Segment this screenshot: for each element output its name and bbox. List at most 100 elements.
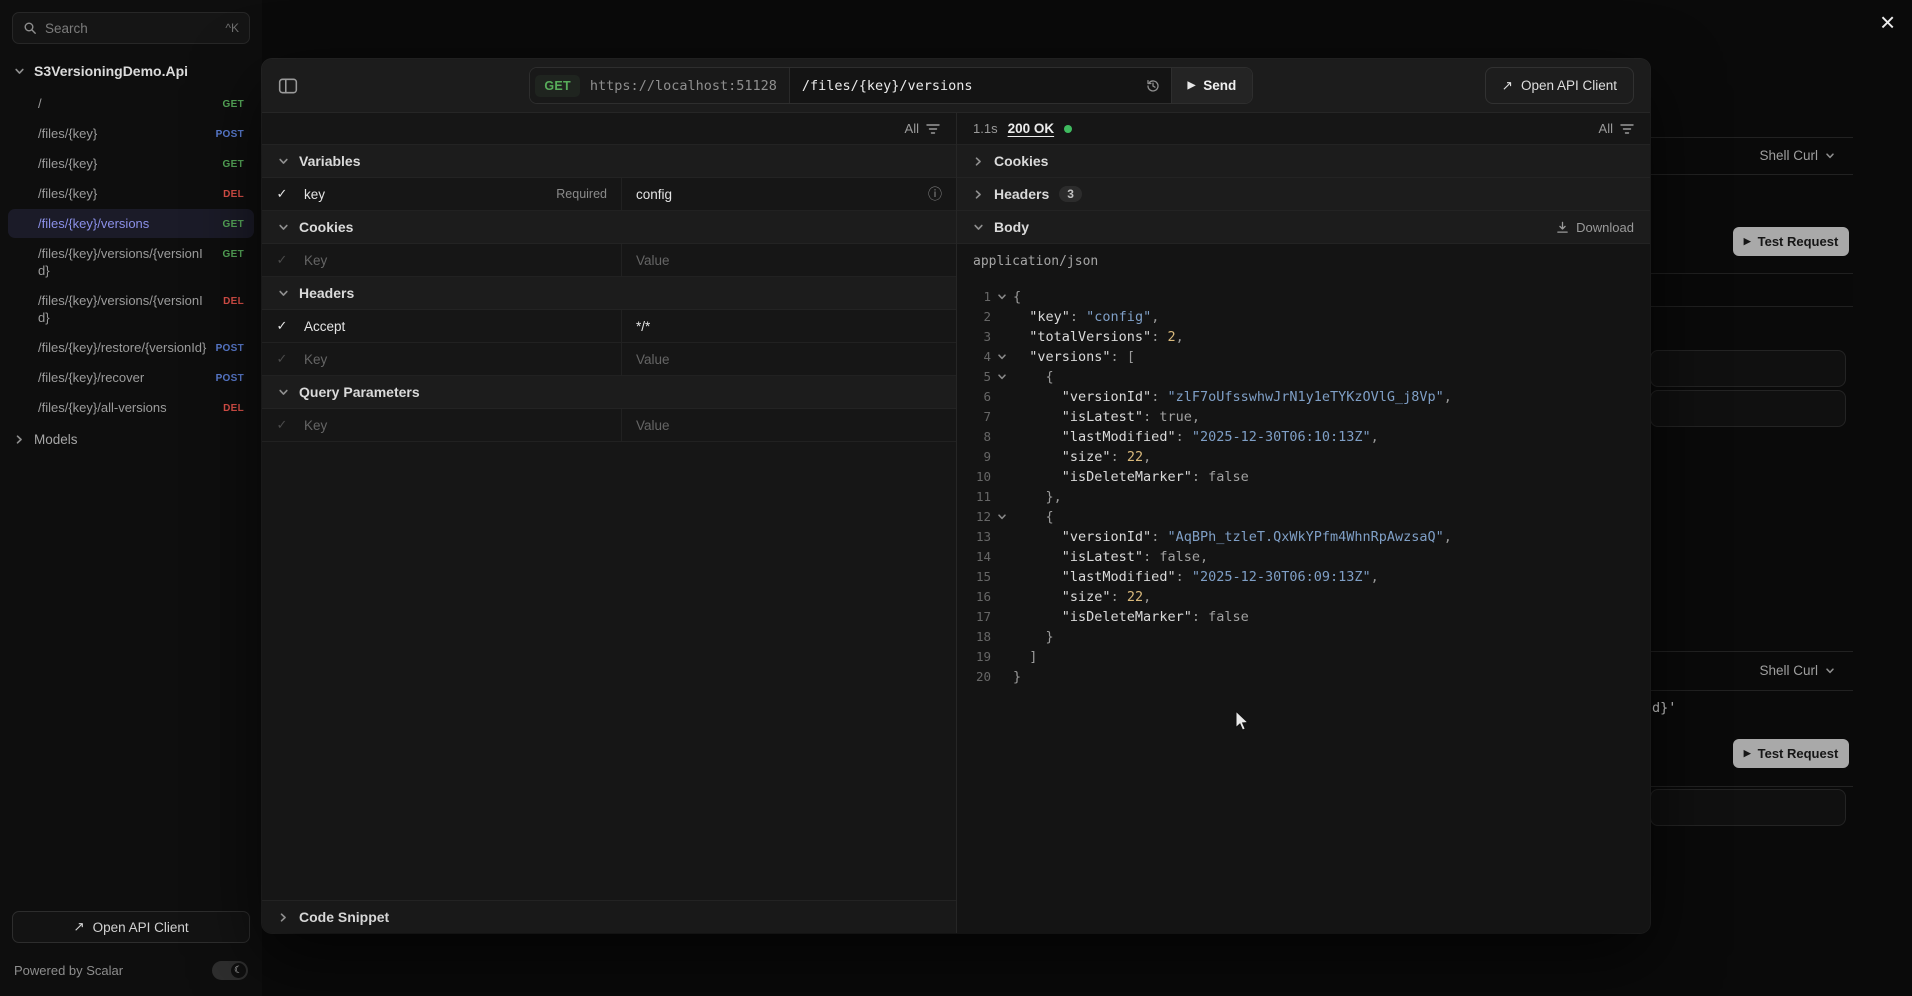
section-response-cookies[interactable]: Cookies — [957, 145, 1650, 178]
sidebar-item-endpoint[interactable]: /files/{key}DEL — [8, 179, 254, 208]
send-button[interactable]: ▶ Send — [1171, 68, 1253, 103]
variable-key: key — [304, 187, 325, 202]
sidebar-item-endpoint[interactable]: /files/{key}/versions/{versionId}DEL — [8, 286, 254, 332]
api-group-toggle[interactable]: S3VersioningDemo.Api — [0, 54, 262, 88]
divider — [1650, 786, 1853, 787]
value-placeholder: Value — [636, 418, 670, 433]
external-link-icon: ↗ — [1502, 78, 1513, 94]
sidebar-item-endpoint[interactable]: /files/{key}/versionsGET — [8, 209, 254, 238]
header-key-cell[interactable]: Key — [302, 343, 622, 375]
api-client-modal: GET https://localhost:51128 /files/{key}… — [262, 59, 1650, 933]
sidebar-toggle-icon[interactable] — [278, 76, 298, 96]
query-value-cell[interactable]: Value — [622, 409, 956, 441]
row-enabled-checkbox[interactable]: ✓ — [262, 409, 302, 441]
shell-curl-select[interactable]: Shell Curl — [1650, 651, 1853, 690]
address-bar[interactable]: GET https://localhost:51128 /files/{key}… — [529, 67, 1253, 104]
fold-chevron-icon[interactable] — [991, 287, 1013, 307]
section-code-snippet[interactable]: Code Snippet — [262, 900, 956, 933]
request-filter[interactable]: All — [905, 121, 940, 136]
code-text: { — [1013, 367, 1054, 387]
section-response-headers[interactable]: Headers 3 — [957, 178, 1650, 211]
sidebar-item-models[interactable]: Models — [0, 423, 262, 456]
sidebar-item-endpoint[interactable]: /files/{key}/all-versionsDEL — [8, 393, 254, 422]
sidebar-item-endpoint[interactable]: /files/{key}POST — [8, 119, 254, 148]
fold-spacer — [991, 647, 1013, 667]
row-enabled-checkbox[interactable]: ✓ — [262, 343, 302, 375]
test-request-button[interactable]: ▶ Test Request — [1733, 739, 1849, 768]
fold-chevron-icon[interactable] — [991, 507, 1013, 527]
code-line: 1{ — [957, 287, 1650, 307]
open-api-client-button-top[interactable]: ↗ Open API Client — [1485, 67, 1634, 104]
chevron-down-icon — [278, 156, 289, 167]
code-line: 5 { — [957, 367, 1650, 387]
sidebar-item-endpoint[interactable]: /files/{key}/recoverPOST — [8, 363, 254, 392]
code-line: 20} — [957, 667, 1650, 687]
open-api-client-button[interactable]: ↗ Open API Client — [12, 911, 250, 943]
endpoint-path: /files/{key}/versions/{versionId} — [38, 293, 203, 325]
code-text: "size": 22, — [1013, 447, 1151, 467]
modal-topbar: GET https://localhost:51128 /files/{key}… — [262, 59, 1650, 113]
status-code[interactable]: 200 OK — [1008, 121, 1055, 136]
header-key-cell[interactable]: Accept — [302, 310, 622, 342]
search-shortcut: ^K — [225, 21, 239, 35]
endpoint-list: /GET/files/{key}POST/files/{key}GET/file… — [0, 88, 262, 423]
query-key-cell[interactable]: Key — [302, 409, 622, 441]
code-block-partial — [1650, 273, 1853, 307]
section-headers[interactable]: Headers — [262, 277, 956, 310]
section-title: Query Parameters — [299, 384, 420, 400]
search-input[interactable]: Search ^K — [12, 12, 250, 44]
line-number: 16 — [957, 587, 991, 607]
request-path[interactable]: /files/{key}/versions — [790, 78, 1145, 94]
response-sample-box[interactable] — [1650, 390, 1846, 427]
section-variables[interactable]: Variables — [262, 145, 956, 178]
chevron-right-icon — [973, 189, 984, 200]
line-number: 19 — [957, 647, 991, 667]
open-api-client-label: Open API Client — [93, 920, 189, 935]
cookie-value-cell[interactable]: Value — [622, 244, 956, 276]
chevron-down-icon — [14, 66, 25, 77]
method-tag: GET — [223, 156, 244, 173]
row-enabled-checkbox[interactable]: ✓ — [262, 244, 302, 276]
line-number: 11 — [957, 487, 991, 507]
row-enabled-checkbox[interactable]: ✓ — [262, 310, 302, 342]
section-title: Cookies — [299, 219, 353, 235]
download-button[interactable]: Download — [1556, 220, 1634, 235]
code-line: 3 "totalVersions": 2, — [957, 327, 1650, 347]
section-query-parameters[interactable]: Query Parameters — [262, 376, 956, 409]
code-line: 16 "size": 22, — [957, 587, 1650, 607]
line-number: 8 — [957, 427, 991, 447]
row-enabled-checkbox[interactable]: ✓ — [262, 178, 302, 210]
code-line: 6 "versionId": "zlF7oUfsswhwJrN1y1eTYKzO… — [957, 387, 1650, 407]
shell-curl-select[interactable]: Shell Curl — [1650, 137, 1853, 174]
line-number: 17 — [957, 607, 991, 627]
close-icon[interactable]: × — [1874, 8, 1901, 36]
sidebar-item-endpoint[interactable]: /files/{key}GET — [8, 149, 254, 178]
api-title: S3VersioningDemo.Api — [34, 63, 188, 79]
theme-toggle[interactable]: ☾ — [212, 961, 248, 980]
fold-chevron-icon[interactable] — [991, 347, 1013, 367]
method-badge[interactable]: GET — [535, 75, 580, 97]
code-line: 11 }, — [957, 487, 1650, 507]
sidebar-item-endpoint[interactable]: /files/{key}/versions/{versionId}GET — [8, 239, 254, 285]
json-body-viewer[interactable]: 1{2 "key": "config",3 "totalVersions": 2… — [957, 277, 1650, 933]
variable-key-cell[interactable]: key Required — [302, 178, 622, 210]
cookie-key-cell[interactable]: Key — [302, 244, 622, 276]
background-page: Shell Curl ▶ Test Request Shell Curl d}'… — [1650, 0, 1912, 996]
sidebar-item-endpoint[interactable]: /files/{key}/restore/{versionId}POST — [8, 333, 254, 362]
history-icon[interactable] — [1145, 78, 1161, 94]
header-value-cell[interactable]: Value — [622, 343, 956, 375]
section-response-body[interactable]: Body Download — [957, 211, 1650, 244]
sidebar-item-endpoint[interactable]: /GET — [8, 89, 254, 118]
code-text: "key": "config", — [1013, 307, 1159, 327]
response-sample-box[interactable] — [1650, 789, 1846, 826]
section-cookies[interactable]: Cookies — [262, 211, 956, 244]
fold-chevron-icon[interactable] — [991, 367, 1013, 387]
test-request-button[interactable]: ▶ Test Request — [1733, 227, 1849, 256]
code-text: "isDeleteMarker": false — [1013, 607, 1249, 627]
check-icon: ✓ — [277, 351, 288, 367]
response-filter[interactable]: All — [1599, 121, 1634, 136]
header-value-cell[interactable]: */* — [622, 310, 956, 342]
variable-value-cell[interactable]: config ⓘ — [622, 178, 956, 210]
response-sample-box[interactable] — [1650, 350, 1846, 387]
headers-row: ✓ Accept */* — [262, 310, 956, 343]
